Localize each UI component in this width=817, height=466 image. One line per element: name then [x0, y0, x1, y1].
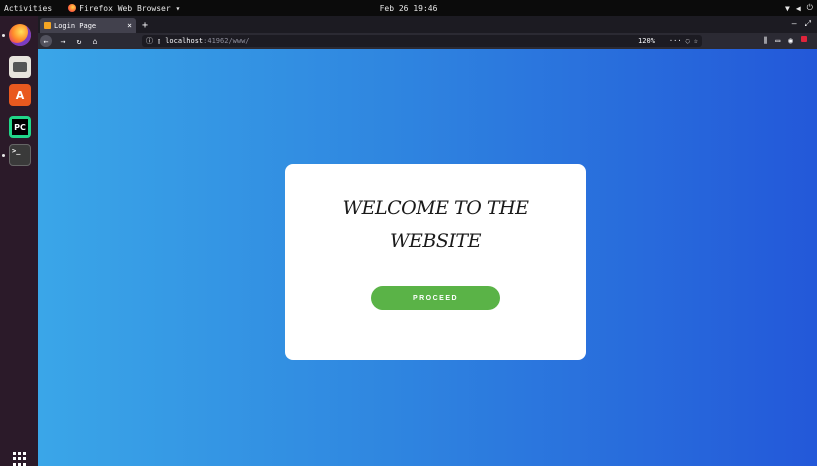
new-tab-button[interactable]: +: [142, 20, 148, 31]
firefox-icon[interactable]: [9, 24, 31, 46]
navigation-toolbar: ← → ↻ ⌂ ⓘ ▯ localhost :41962/www/ 120% ·…: [38, 33, 817, 49]
clock[interactable]: Feb 26 19:46: [380, 4, 438, 13]
system-top-bar: Activities Firefox Web Browser ▾ Feb 26 …: [0, 0, 817, 16]
app-menu-label: Firefox Web Browser ▾: [79, 3, 181, 13]
restore-icon[interactable]: ⤢: [805, 19, 811, 29]
forward-icon[interactable]: →: [58, 37, 68, 46]
pycharm-icon[interactable]: PC: [9, 116, 31, 138]
active-app-indicator: [2, 34, 5, 37]
show-apps-icon[interactable]: [13, 452, 27, 466]
account-icon[interactable]: ◉: [788, 36, 793, 46]
library-icon[interactable]: ⫼: [764, 36, 768, 46]
url-host: localhost: [165, 37, 204, 45]
dock: A PC >_: [0, 16, 38, 466]
tab-bar: Login Page × + – ⤢: [38, 16, 817, 33]
minimize-icon[interactable]: –: [792, 19, 797, 29]
terminal-icon[interactable]: >_: [9, 144, 31, 166]
home-icon[interactable]: ⌂: [90, 37, 100, 46]
welcome-card: WELCOME TO THE WEBSITE PROCEED: [285, 164, 586, 360]
toolbar-right: ⫼ ▭ ◉: [764, 36, 807, 46]
app-menu[interactable]: Firefox Web Browser ▾: [68, 4, 180, 13]
firefox-small-icon: [68, 4, 77, 12]
bookmark-star-icon[interactable]: ☆: [694, 37, 698, 45]
back-icon[interactable]: ←: [40, 35, 52, 47]
welcome-heading: WELCOME TO THE WEBSITE: [285, 192, 586, 258]
browser-window: Login Page × + – ⤢ ← → ↻ ⌂ ⓘ ▯ localhost…: [38, 16, 817, 466]
extension-icon[interactable]: [801, 36, 807, 42]
more-icon[interactable]: ···: [669, 37, 682, 45]
reload-icon[interactable]: ↻: [74, 37, 84, 46]
proceed-button[interactable]: PROCEED: [371, 286, 500, 310]
tab-title: Login Page: [54, 21, 97, 30]
page-content: WELCOME TO THE WEBSITE PROCEED: [38, 49, 817, 466]
heading-line-2: WEBSITE: [390, 230, 481, 252]
zoom-level[interactable]: 120%: [638, 37, 655, 45]
volume-icon: ◀: [795, 3, 801, 13]
power-icon: ⏻: [806, 3, 813, 12]
page-icon: ▯: [157, 37, 162, 45]
software-icon[interactable]: A: [9, 84, 31, 106]
network-icon: ▼: [785, 3, 790, 13]
tab-close-button[interactable]: ×: [127, 21, 132, 30]
active-app-indicator: [2, 154, 5, 157]
info-icon[interactable]: ⓘ: [146, 36, 153, 46]
heading-line-1: WELCOME TO THE: [342, 197, 529, 219]
sidebar-icon[interactable]: ▭: [775, 36, 780, 46]
url-bar[interactable]: ⓘ ▯ localhost :41962/www/ 120% ··· ◌ ☆: [142, 35, 702, 47]
window-controls: – ⤢: [792, 19, 811, 29]
system-tray[interactable]: ▼ ◀ ⏻: [785, 3, 813, 13]
files-icon[interactable]: [9, 56, 31, 78]
page-actions: ··· ◌ ☆: [669, 37, 698, 45]
activities-button[interactable]: Activities: [4, 4, 52, 13]
url-path: :41962/www/: [203, 37, 250, 45]
favicon-icon: [44, 22, 51, 29]
pocket-icon[interactable]: ◌: [686, 37, 690, 45]
tab-login-page[interactable]: Login Page ×: [40, 18, 136, 33]
